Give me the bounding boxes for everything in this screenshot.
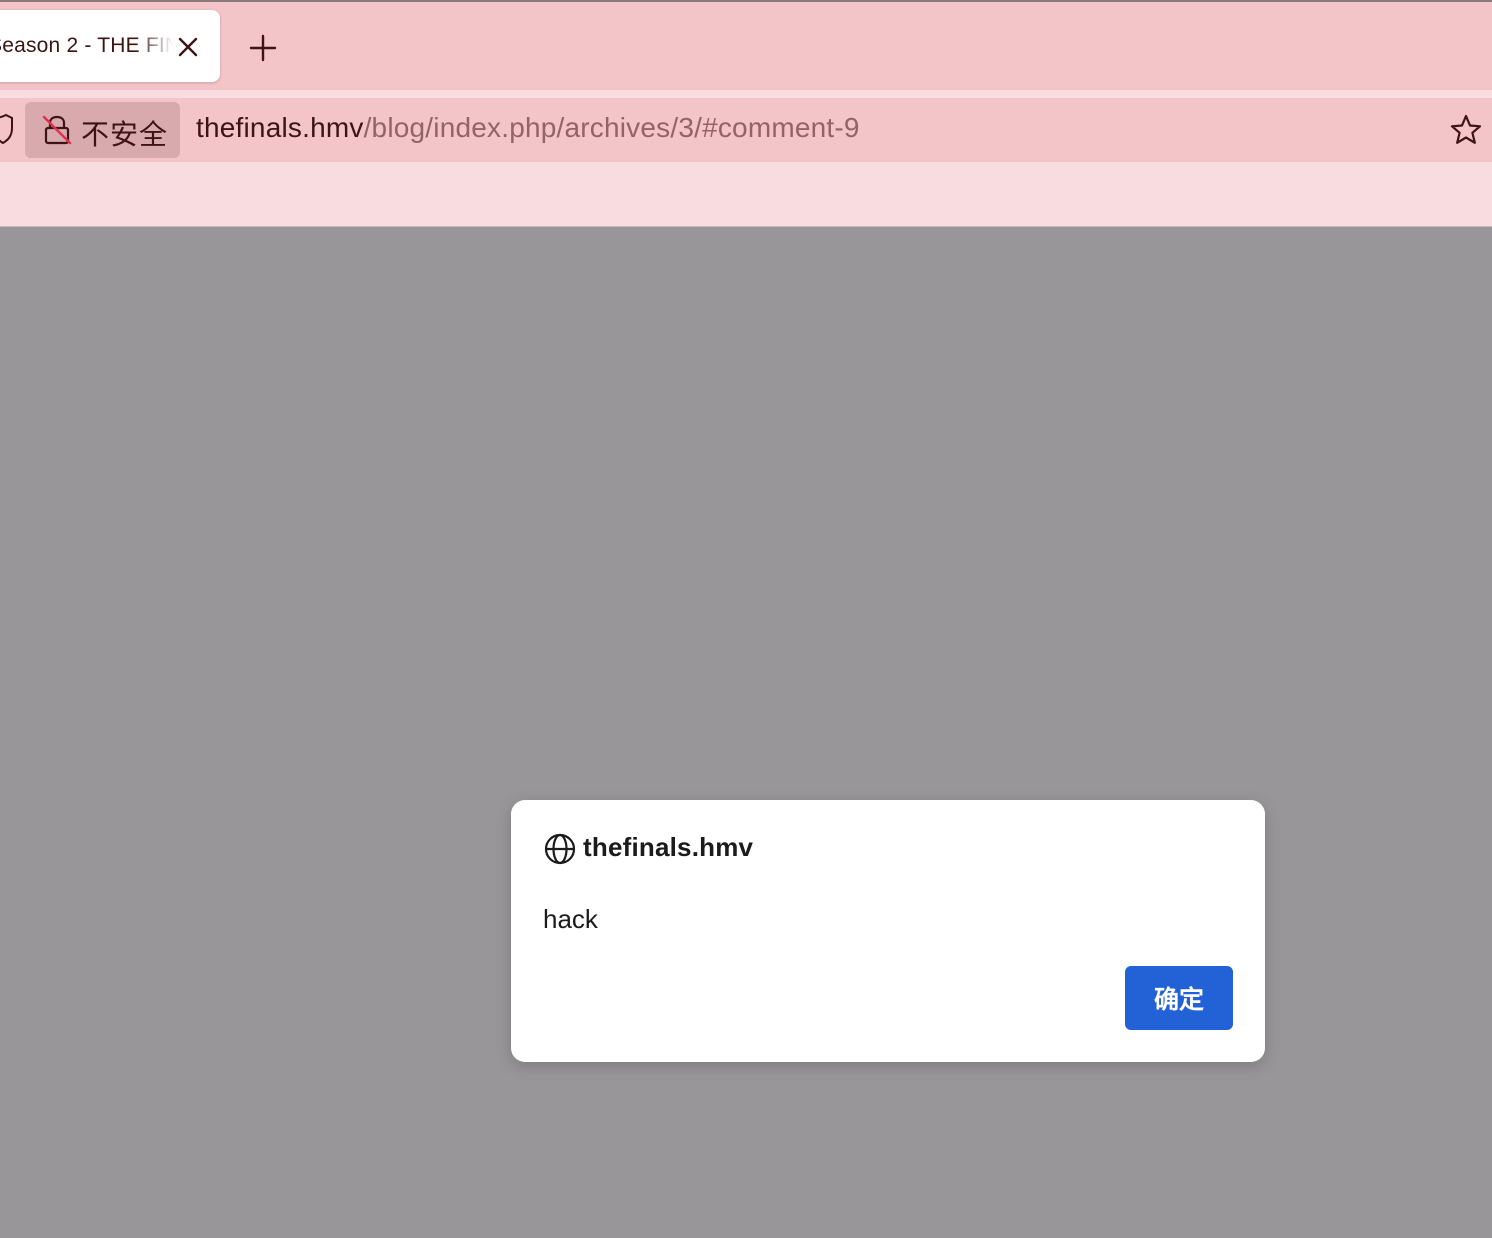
dialog-message: hack <box>543 904 598 934</box>
tracking-shield-icon[interactable] <box>0 113 14 146</box>
insecure-lock-icon <box>41 114 73 146</box>
security-label: 不安全 <box>81 118 169 151</box>
dialog-origin: thefinals.hmv <box>583 832 754 862</box>
alert-dialog: thefinals.hmv hack 确定 <box>511 800 1265 1062</box>
page-content-dimmed <box>0 227 1492 1238</box>
tab-bar: Season 2 - THE FINALS <box>0 2 1492 90</box>
url-path: /blog/index.php/archives/3/#comment-9 <box>363 112 860 143</box>
tab-title: Season 2 - THE FINALS <box>0 34 173 57</box>
site-security-indicator[interactable]: 不安全 <box>25 102 180 158</box>
new-tab-plus-icon[interactable] <box>248 33 278 63</box>
active-tab[interactable]: Season 2 - THE FINALS <box>0 10 220 82</box>
navbar-separator <box>0 90 1492 98</box>
url-field[interactable]: thefinals.hmv/blog/index.php/archives/3/… <box>196 112 860 144</box>
close-icon[interactable] <box>176 35 200 59</box>
bookmark-star-icon[interactable] <box>1449 113 1483 147</box>
url-host: thefinals.hmv <box>196 112 364 143</box>
bookmarks-toolbar <box>0 162 1492 226</box>
ok-button[interactable]: 确定 <box>1125 966 1233 1030</box>
globe-icon <box>543 832 577 866</box>
